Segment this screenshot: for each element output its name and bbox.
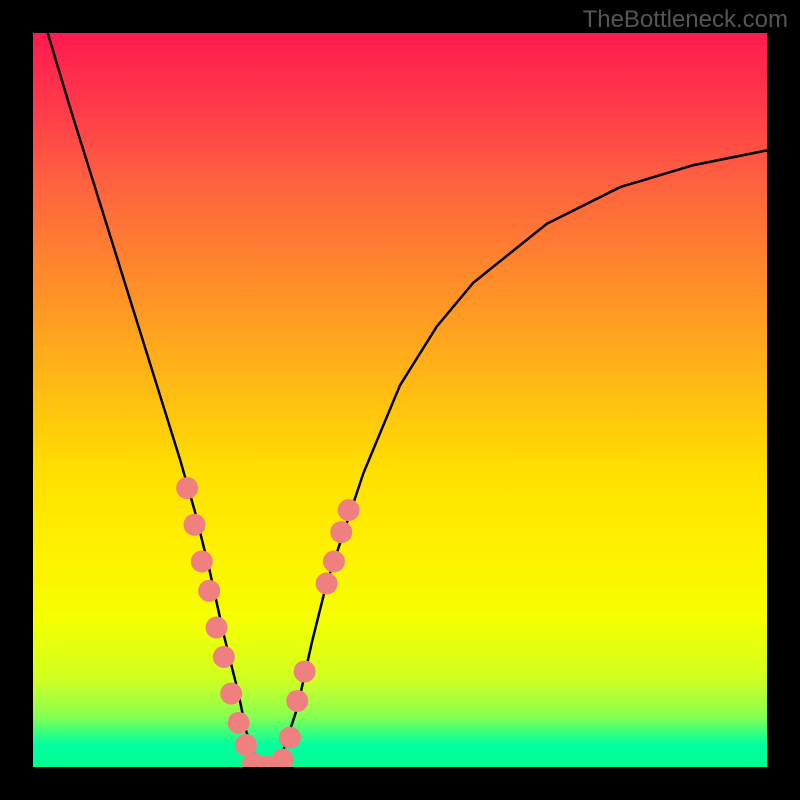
data-marker bbox=[191, 550, 213, 572]
data-marker bbox=[338, 499, 360, 521]
data-marker bbox=[279, 727, 301, 749]
data-marker bbox=[294, 661, 316, 683]
data-marker bbox=[176, 477, 198, 499]
data-marker bbox=[228, 712, 250, 734]
bottleneck-curve bbox=[48, 33, 767, 767]
data-marker bbox=[198, 580, 220, 602]
data-marker bbox=[286, 690, 308, 712]
data-marker bbox=[272, 749, 294, 767]
data-marker bbox=[183, 514, 205, 536]
data-marker bbox=[316, 573, 338, 595]
chart-markers bbox=[176, 477, 359, 767]
data-marker bbox=[213, 646, 235, 668]
chart-svg bbox=[33, 33, 767, 767]
watermark-label: TheBottleneck.com bbox=[583, 6, 788, 34]
data-marker bbox=[323, 550, 345, 572]
data-marker bbox=[206, 617, 228, 639]
chart-plot-area bbox=[33, 33, 767, 767]
data-marker bbox=[220, 683, 242, 705]
data-marker bbox=[330, 521, 352, 543]
